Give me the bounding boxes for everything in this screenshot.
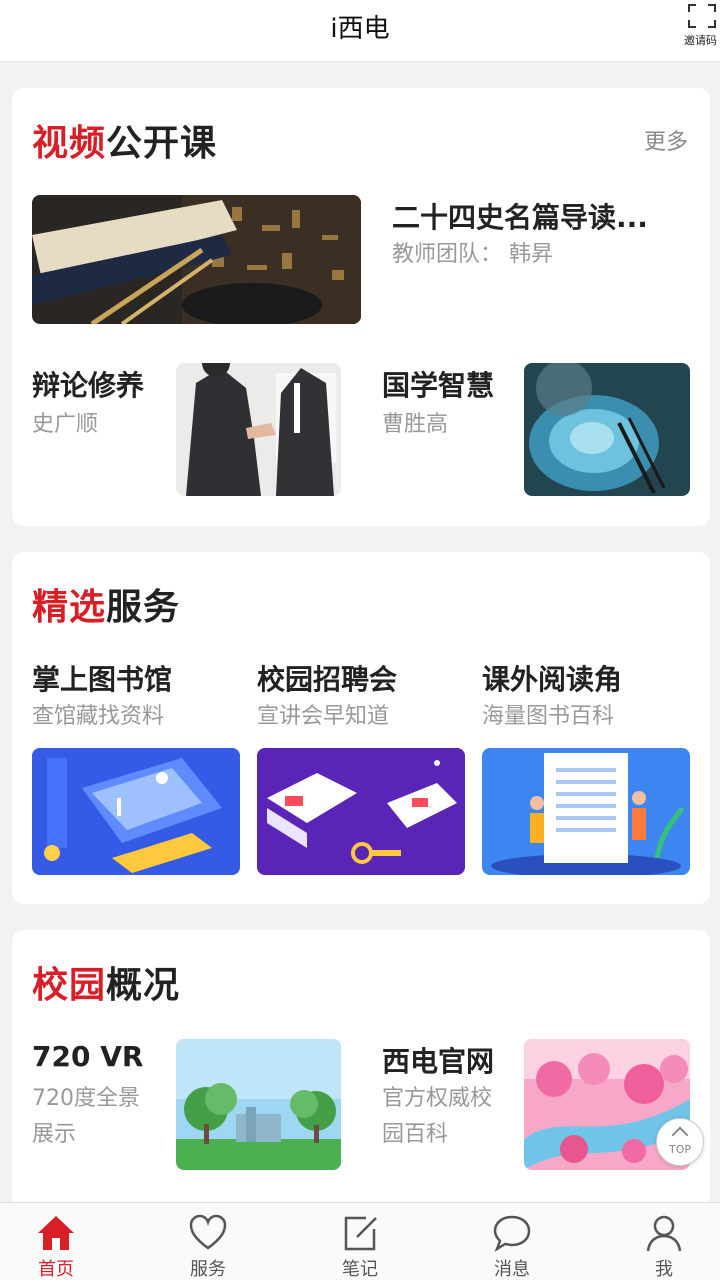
scan-icon (688, 4, 716, 28)
job-fair-service-image[interactable] (257, 748, 465, 875)
back-to-top-label: TOP (668, 1143, 691, 1156)
sinology-course-image[interactable] (524, 363, 690, 496)
service-desc: 海量图书百科 (482, 704, 615, 729)
tab-messages[interactable]: 消息 (462, 1203, 562, 1280)
user-icon (646, 1215, 682, 1252)
scan-invite-label: 邀请码 (684, 34, 717, 47)
service-card: 精选服务 掌上图书馆 查馆藏找资料 校园招聘会 宣讲会早知道 课外阅读角 海量图… (12, 552, 710, 904)
service-desc: 查馆藏找资料 (32, 704, 165, 729)
vr-tour-title[interactable]: 720 VR (32, 1040, 143, 1073)
service-section-title: 精选服务 (32, 587, 181, 628)
bottom-tab-bar: 首页 服务 笔记 消息 我 (0, 1202, 720, 1280)
tab-label: 消息 (494, 1259, 530, 1280)
official-site-desc-line2: 园百科 (382, 1122, 449, 1147)
service-title[interactable]: 课外阅读角 (482, 658, 622, 698)
more-link[interactable]: 更多 (644, 124, 688, 156)
arrow-up-icon (671, 1126, 689, 1144)
tab-services[interactable]: 服务 (158, 1203, 258, 1280)
top-bar: i西电 邀请码 (0, 0, 720, 62)
official-site-desc-line1: 官方权威校 (382, 1086, 493, 1111)
featured-course-image[interactable] (32, 195, 361, 324)
official-site-title[interactable]: 西电官网 (382, 1040, 494, 1080)
scan-invite-button[interactable]: 邀请码 (684, 0, 720, 50)
service-title[interactable]: 掌上图书馆 (32, 658, 172, 698)
tab-label: 笔记 (342, 1259, 378, 1280)
tab-me[interactable]: 我 (614, 1203, 714, 1280)
video-course-card: 视频公开课 更多 二十四史名篇导读... 教师团队： 韩昇 辩论修养 史广顺 国… (12, 88, 710, 526)
app-title: i西电 (330, 14, 390, 44)
chat-bubble-icon (493, 1215, 531, 1253)
course-teacher: 曹胜高 (382, 412, 449, 437)
back-to-top-button[interactable]: TOP (656, 1118, 704, 1166)
heart-icon (189, 1214, 227, 1250)
note-edit-icon (344, 1216, 377, 1251)
vr-tour-desc-line1: 720度全景 (32, 1086, 140, 1111)
course-teacher: 史广顺 (32, 412, 99, 437)
service-title[interactable]: 校园招聘会 (257, 658, 397, 698)
home-icon (38, 1216, 74, 1250)
campus-card: 校园概况 720 VR 720度全景 展示 西电官网 官方权威校 园百科 (12, 930, 710, 1210)
featured-course-title[interactable]: 二十四史名篇导读... (392, 196, 648, 236)
tab-notes[interactable]: 笔记 (310, 1203, 410, 1280)
reading-corner-service-image[interactable] (482, 748, 690, 875)
campus-section-title: 校园概况 (32, 965, 181, 1006)
tab-label: 我 (655, 1259, 673, 1280)
debate-course-image[interactable] (176, 363, 341, 496)
vr-tour-image[interactable] (176, 1039, 341, 1170)
tab-label: 首页 (38, 1259, 74, 1280)
course-title[interactable]: 辩论修养 (32, 364, 144, 404)
vr-tour-desc-line2: 展示 (32, 1122, 77, 1147)
video-section-title: 视频公开课 (32, 123, 218, 164)
library-service-image[interactable] (32, 748, 240, 875)
tab-home[interactable]: 首页 (6, 1203, 106, 1280)
tab-label: 服务 (190, 1259, 226, 1280)
service-desc: 宣讲会早知道 (257, 704, 390, 729)
featured-course-teacher: 教师团队： 韩昇 (392, 242, 553, 267)
course-title[interactable]: 国学智慧 (382, 364, 494, 404)
